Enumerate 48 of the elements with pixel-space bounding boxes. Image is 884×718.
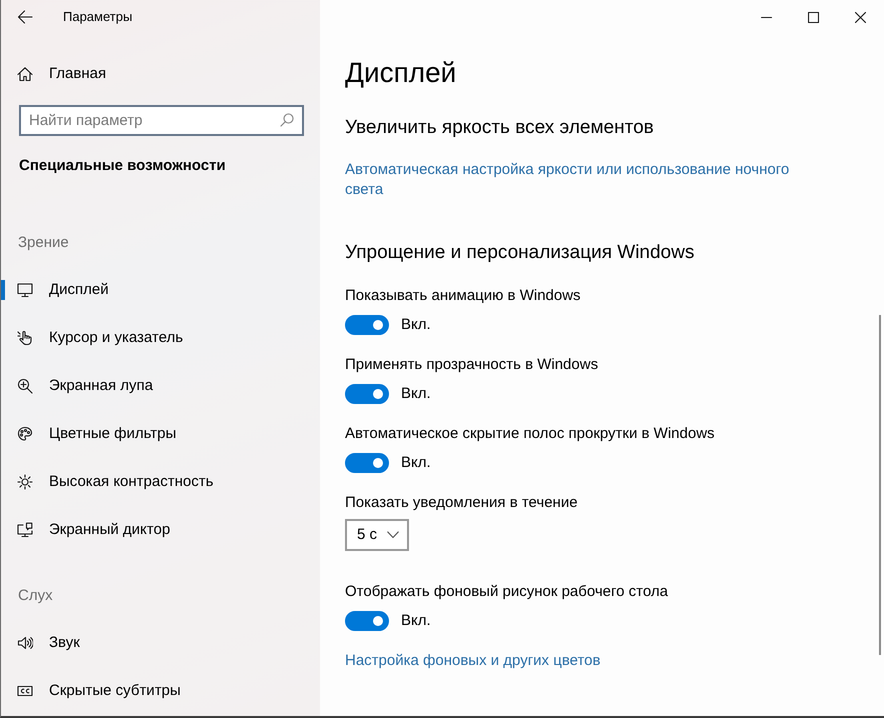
- home-icon: [17, 66, 33, 82]
- setting-label: Отображать фоновый рисунок рабочего стола: [345, 582, 669, 602]
- toggle-switch[interactable]: [345, 611, 389, 631]
- window-title: Параметры: [63, 8, 132, 26]
- setting-label: Автоматическое скрытие полос прокрутки в Windows: [345, 424, 716, 444]
- toggle-state-label: Вкл.: [401, 611, 431, 631]
- page-title: Дисплей: [345, 56, 458, 90]
- search-icon: [279, 112, 295, 128]
- setting-label: Показывать анимацию в Windows: [345, 286, 582, 306]
- category-title: Специальные возможности: [19, 156, 227, 176]
- toggle-state-label: Вкл.: [401, 453, 431, 473]
- home-link[interactable]: Главная: [1, 54, 320, 94]
- zoom-in-icon: [17, 378, 33, 394]
- group-heading: Зрение: [18, 233, 70, 253]
- sidebar-item[interactable]: Курсор и указатель: [1, 314, 320, 362]
- search-field[interactable]: Найти параметр: [19, 105, 304, 136]
- group-heading: Слух: [18, 586, 54, 606]
- sidebar-item[interactable]: Дисплей: [1, 266, 320, 314]
- sidebar-item[interactable]: Скрытые субтитры: [1, 667, 320, 715]
- setting-label: Применять прозрачность в Windows: [345, 355, 600, 375]
- toggle-switch[interactable]: [345, 453, 389, 473]
- palette-icon: [17, 426, 33, 442]
- chevron-down-icon: [387, 531, 399, 539]
- close-icon: [855, 12, 866, 22]
- back-arrow-icon: [16, 9, 32, 25]
- hand-pointer-icon: [17, 330, 33, 346]
- maximize-icon: [808, 12, 819, 22]
- sidebar-item[interactable]: Экранная лупа: [1, 362, 320, 410]
- toggle-switch[interactable]: [345, 384, 389, 404]
- sun-icon: [17, 474, 33, 490]
- toggle-state-label: Вкл.: [401, 384, 431, 404]
- sidebar-item[interactable]: Цветные фильтры: [1, 410, 320, 458]
- sidebar-item[interactable]: Звук: [1, 619, 320, 667]
- sidebar-item[interactable]: Высокая контрастность: [1, 458, 320, 506]
- sidebar-item[interactable]: Экранный диктор: [1, 506, 320, 554]
- monitor-speech-icon: [17, 522, 33, 538]
- scrollbar[interactable]: [879, 315, 881, 655]
- section-heading: Упрощение и персонализация Windows: [345, 241, 696, 265]
- settings-link[interactable]: Автоматическая настройка яркости или использование ночного света: [345, 160, 815, 200]
- monitor-icon: [17, 282, 33, 298]
- duration-dropdown[interactable]: 5 с: [345, 519, 409, 551]
- toggle-switch[interactable]: [345, 315, 389, 335]
- section-heading: Увеличить яркость всех элементов: [345, 116, 655, 140]
- captions-icon: [17, 683, 33, 699]
- setting-label: Показать уведомления в течение: [345, 493, 579, 513]
- toggle-state-label: Вкл.: [401, 315, 431, 335]
- speaker-icon: [17, 635, 33, 651]
- settings-link[interactable]: Настройка фоновых и других цветов: [345, 651, 815, 671]
